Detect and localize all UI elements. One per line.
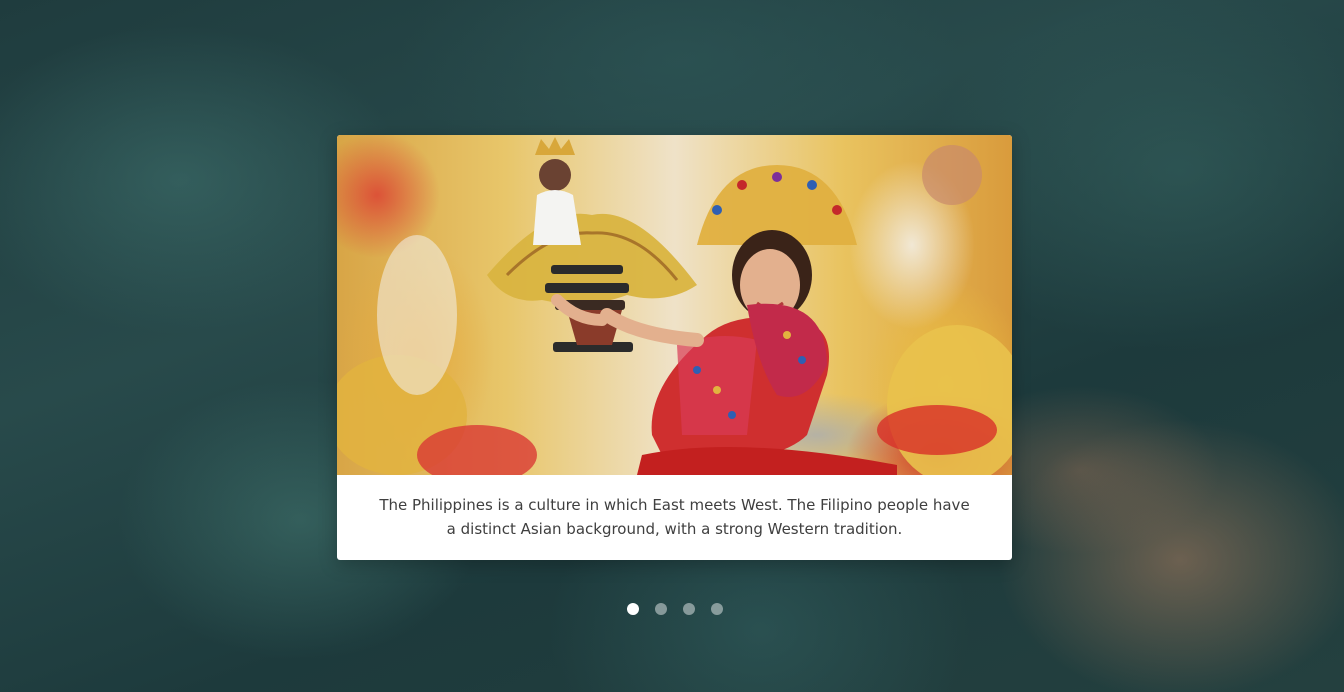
pagination-dot-2[interactable]	[655, 603, 667, 615]
pagination-dot-1[interactable]	[627, 603, 639, 615]
slide-card: The Philippines is a culture in which Ea…	[337, 135, 1012, 560]
slider-pagination	[627, 603, 723, 615]
pagination-dot-3[interactable]	[683, 603, 695, 615]
slide-image	[337, 135, 1012, 475]
pagination-dot-4[interactable]	[711, 603, 723, 615]
festival-dancer-illustration	[337, 137, 1012, 475]
slide-caption: The Philippines is a culture in which Ea…	[379, 496, 970, 538]
slider-background: The Philippines is a culture in which Ea…	[0, 0, 1344, 692]
